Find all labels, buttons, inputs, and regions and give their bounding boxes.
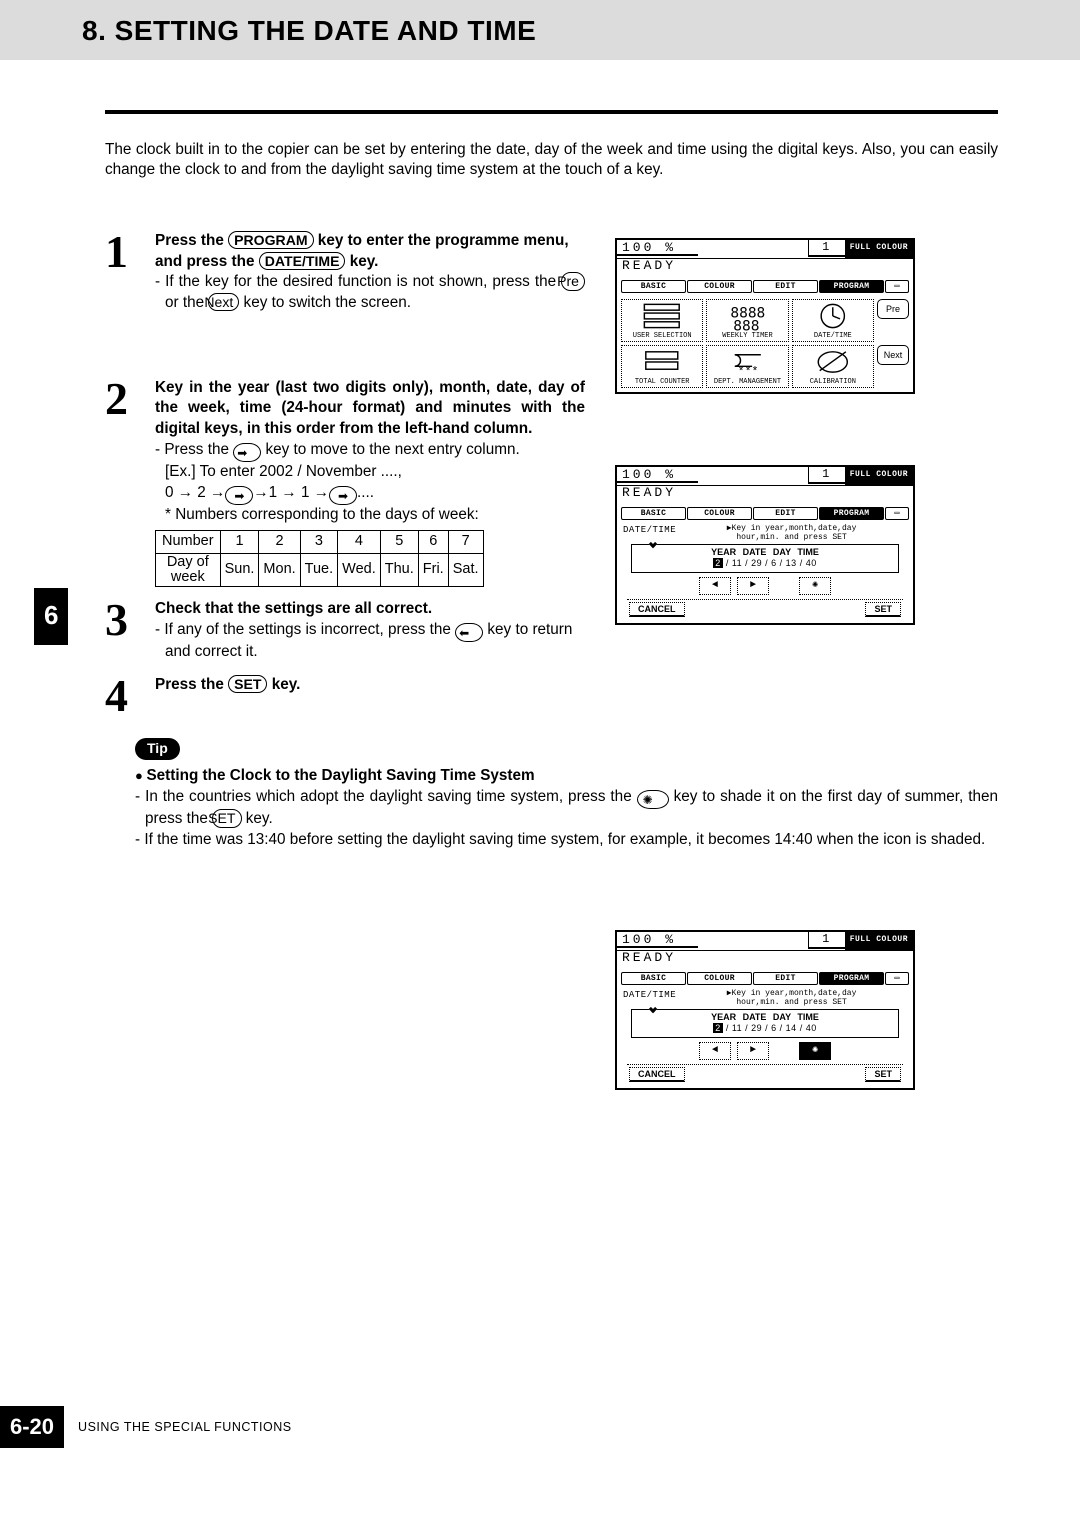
set-key: SET bbox=[212, 809, 241, 827]
section-title: SETTING THE DATE AND TIME bbox=[115, 15, 537, 46]
lcd-tab-colour[interactable]: COLOUR bbox=[687, 507, 752, 520]
step-1-heading: Press the PROGRAM key to enter the progr… bbox=[155, 232, 569, 270]
section-header: 8. SETTING THE DATE AND TIME bbox=[0, 0, 1080, 60]
lcd-btn-date-time[interactable]: DATE/TIME bbox=[792, 299, 874, 342]
program-key: PROGRAM bbox=[228, 231, 313, 249]
left-arrow-icon: ⬅ bbox=[455, 623, 483, 642]
lcd-set-button[interactable]: SET bbox=[865, 602, 901, 617]
step-2-heading: Key in the year (last two digits only), … bbox=[155, 378, 585, 440]
lcd-tab-colour[interactable]: COLOUR bbox=[687, 280, 752, 293]
svg-text:888: 888 bbox=[733, 318, 759, 331]
right-arrow-icon: ➡ bbox=[225, 486, 253, 505]
lcd-tab-program[interactable]: PROGRAM bbox=[819, 972, 884, 985]
lcd-tab-program[interactable]: PROGRAM bbox=[819, 280, 884, 293]
set-key: SET bbox=[228, 675, 267, 693]
step-2-note: * Numbers corresponding to the days of w… bbox=[155, 505, 585, 526]
next-key: Next bbox=[208, 293, 239, 311]
step-1-number: 1 bbox=[105, 231, 135, 314]
tip-title: Setting the Clock to the Daylight Saving… bbox=[135, 767, 535, 784]
step-3-detail: If any of the settings is incorrect, pre… bbox=[155, 620, 585, 663]
step-4-number: 4 bbox=[105, 675, 135, 716]
step-2-detail-1: Press the ➡ key to move to the next entr… bbox=[155, 440, 585, 463]
tip-detail-1: In the countries which adopt the dayligh… bbox=[135, 787, 998, 830]
page-footer: 6-20 USING THE SPECIAL FUNCTIONS bbox=[0, 1406, 292, 1448]
step-3-heading: Check that the settings are all correct. bbox=[155, 600, 432, 617]
lcd-next-button[interactable]: Next bbox=[877, 345, 909, 365]
lcd-dst-button-active[interactable]: ✺ bbox=[799, 1042, 831, 1060]
lcd-tab-jobstatus-icon[interactable]: ▭ bbox=[885, 972, 909, 985]
right-arrow-icon: ➡ bbox=[233, 443, 261, 462]
intro-paragraph: The clock built in to the copier can be … bbox=[105, 110, 998, 191]
lcd-tab-colour[interactable]: COLOUR bbox=[687, 972, 752, 985]
lcd-tab-basic[interactable]: BASIC bbox=[621, 507, 686, 520]
lcd-right-button[interactable]: ► bbox=[737, 1042, 769, 1060]
svg-text:***: *** bbox=[737, 366, 758, 378]
lcd-tab-edit[interactable]: EDIT bbox=[753, 280, 818, 293]
date-time-key: DATE/TIME bbox=[259, 252, 346, 270]
lcd-panel-datetime-1: 100 % 1 FULL COLOUR READY BASIC COLOUR E… bbox=[615, 465, 915, 626]
lcd-btn-calibration[interactable]: CALIBRATION bbox=[792, 345, 874, 388]
lcd-tab-edit[interactable]: EDIT bbox=[753, 507, 818, 520]
step-4-heading: Press the SET key. bbox=[155, 676, 300, 693]
step-2-example-seq: 0 → 2 →➡→1 → 1 →➡.... bbox=[155, 483, 585, 506]
lcd-dt-values: 2 / 11 / 29 / 6 / 13 / 40 bbox=[634, 558, 896, 568]
right-arrow-icon: ➡ bbox=[329, 486, 357, 505]
lcd-dt-columns: YEAR DATE DAY TIME bbox=[634, 547, 896, 557]
lcd-hint: ▶Key in year,month,date,dayhour,min. and… bbox=[676, 525, 907, 543]
step-1-detail: If the key for the desired function is n… bbox=[155, 272, 585, 313]
lcd-btn-user-selection[interactable]: USER SELECTION bbox=[621, 299, 703, 342]
lcd-panel-datetime-2: 100 % 1 FULL COLOUR READY BASIC COLOUR E… bbox=[615, 930, 915, 1091]
footer-chapter-title: USING THE SPECIAL FUNCTIONS bbox=[78, 1419, 292, 1436]
day-of-week-table: Number 1 2 3 4 5 6 7 Day ofweek Sun. Mon… bbox=[155, 530, 484, 587]
lcd-job-count: 1 bbox=[808, 240, 845, 257]
tip-detail-2: If the time was 13:40 before setting the… bbox=[135, 830, 998, 851]
lcd-tab-edit[interactable]: EDIT bbox=[753, 972, 818, 985]
lcd-left-button[interactable]: ◄ bbox=[699, 1042, 731, 1060]
page-number: 6-20 bbox=[0, 1406, 64, 1448]
step-3-number: 3 bbox=[105, 599, 135, 663]
lcd-cancel-button[interactable]: CANCEL bbox=[629, 1067, 685, 1082]
lcd-tab-jobstatus-icon[interactable]: ▭ bbox=[885, 507, 909, 520]
lcd-status: READY bbox=[617, 259, 913, 280]
lcd-tab-program[interactable]: PROGRAM bbox=[819, 507, 884, 520]
lcd-tab-basic[interactable]: BASIC bbox=[621, 280, 686, 293]
step-2-number: 2 bbox=[105, 378, 135, 587]
lcd-btn-dept-management[interactable]: ***DEPT. MANAGEMENT bbox=[706, 345, 788, 388]
lcd-panel-program-menu: 100 % 1 FULL COLOUR READY BASIC COLOUR E… bbox=[615, 238, 915, 394]
lcd-colour-mode: FULL COLOUR bbox=[845, 240, 913, 258]
lcd-btn-weekly-timer[interactable]: 8888888WEEKLY TIMER bbox=[706, 299, 788, 342]
step-2-example-label: [Ex.] To enter 2002 / November ...., bbox=[155, 462, 585, 483]
lcd-set-button[interactable]: SET bbox=[865, 1067, 901, 1082]
lcd-right-button[interactable]: ► bbox=[737, 577, 769, 595]
lcd-cancel-button[interactable]: CANCEL bbox=[629, 602, 685, 617]
lcd-tab-jobstatus-icon[interactable]: ▭ bbox=[885, 280, 909, 293]
lcd-dst-button[interactable]: ✺ bbox=[799, 577, 831, 595]
lcd-left-button[interactable]: ◄ bbox=[699, 577, 731, 595]
lcd-btn-total-counter[interactable]: TOTAL COUNTER bbox=[621, 345, 703, 388]
lcd-dt-values: 2 / 11 / 29 / 6 / 14 / 40 bbox=[634, 1023, 896, 1033]
lcd-tab-basic[interactable]: BASIC bbox=[621, 972, 686, 985]
tip-badge: Tip bbox=[135, 738, 180, 760]
sun-icon: ✺ bbox=[637, 790, 669, 809]
lcd-pre-button[interactable]: Pre bbox=[877, 299, 909, 319]
pre-key: Pre bbox=[561, 272, 585, 290]
section-number: 8. bbox=[82, 15, 106, 46]
lcd-subtitle: DATE/TIME bbox=[623, 525, 676, 543]
lcd-zoom: 100 bbox=[622, 240, 654, 255]
